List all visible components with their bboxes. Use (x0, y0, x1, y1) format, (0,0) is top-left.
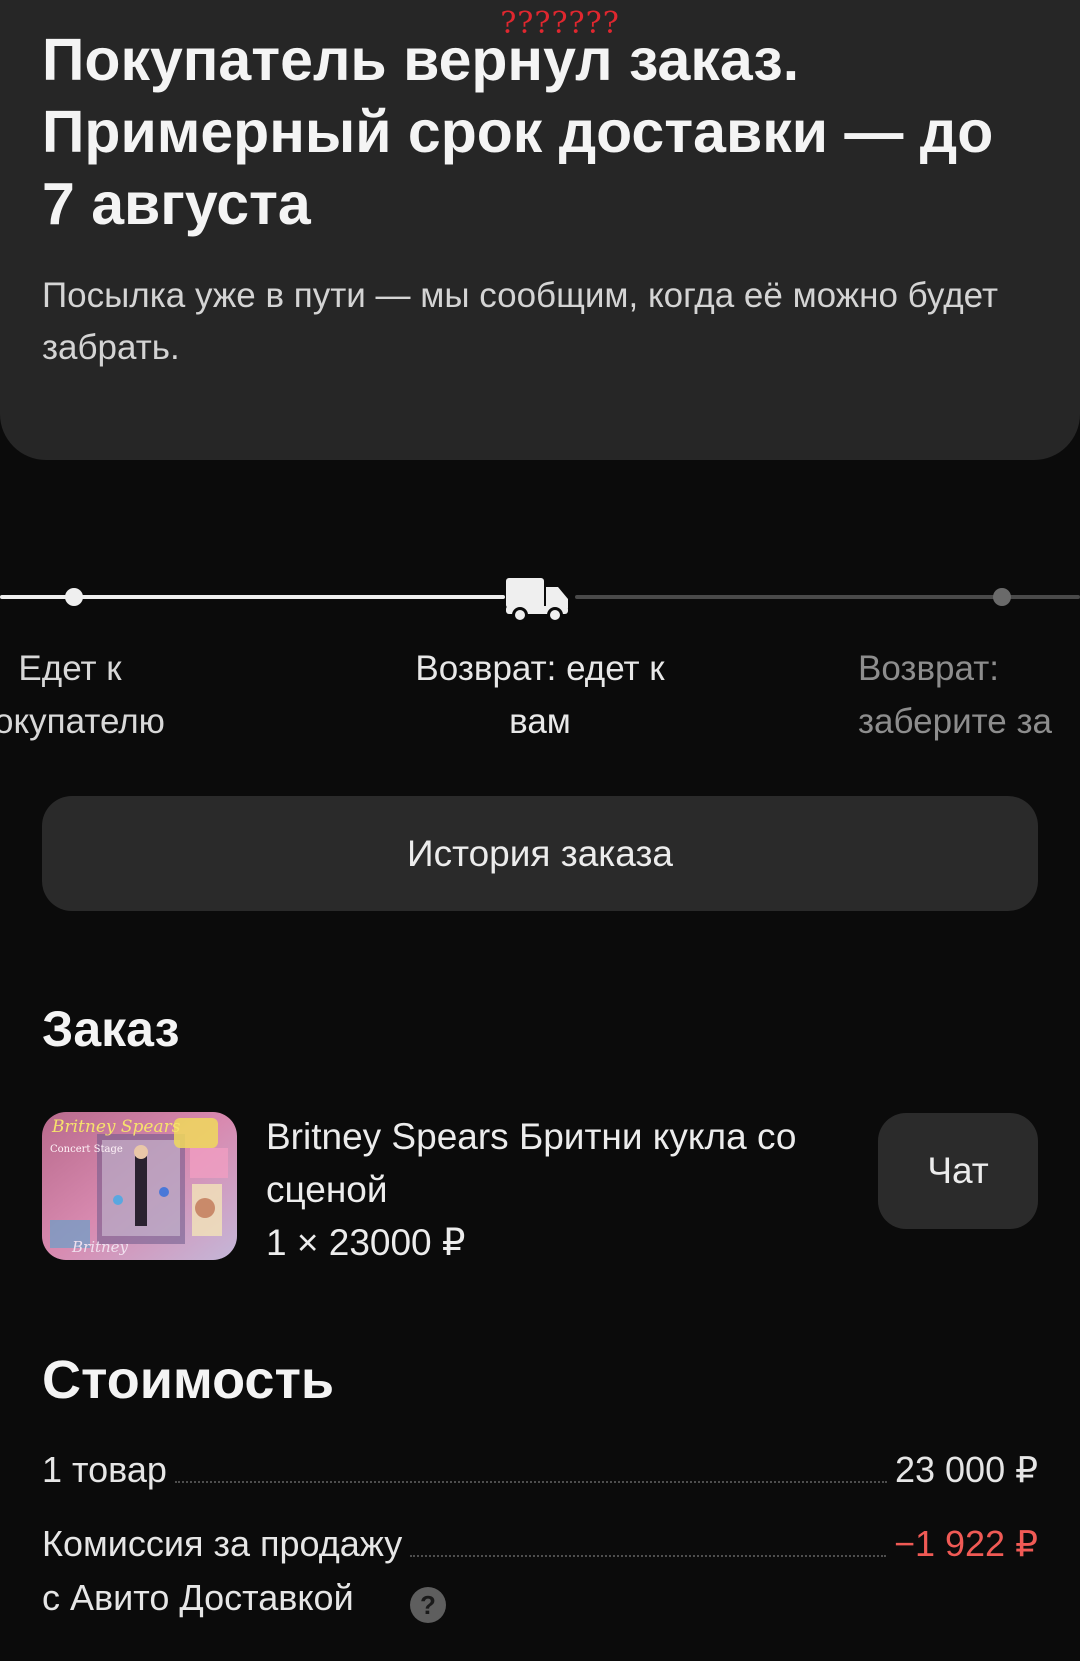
truck-icon (505, 570, 571, 626)
status-headline: Покупатель вернул заказ. Примерный срок … (42, 27, 994, 237)
order-progress-tracker (0, 560, 1080, 630)
cost-row-items: 1 товар 23 000 ₽ (42, 1443, 1038, 1497)
progress-step-label-2: Возврат: едет к вам (415, 649, 665, 741)
question-icon[interactable]: ? (410, 1587, 446, 1623)
product-info[interactable]: Britney Spears Бритни кукла со сценой 1 … (266, 1110, 866, 1269)
progress-dot-step-1 (65, 588, 83, 606)
cost-row-value: −1 922 ₽ (893, 1523, 1038, 1564)
cost-section-title: Стоимость (42, 1350, 335, 1410)
cost-row-value: 23 000 ₽ (894, 1449, 1038, 1490)
order-section-title: Заказ (42, 1001, 180, 1057)
progress-dot-step-3 (993, 588, 1011, 606)
status-card: ??????? Покупатель вернул заказ. Примерн… (0, 0, 1080, 460)
cost-row-commission: Комиссия за продажу с Авито Доставкой ? … (42, 1517, 1038, 1625)
chat-button[interactable]: Чат (878, 1113, 1038, 1229)
progress-step-label-1: Едет к покупателю (0, 649, 165, 741)
product-image-text-bottom: Britney (71, 1238, 129, 1256)
cost-row-label-wrap: Комиссия за продажу с Авито Доставкой ? (42, 1517, 446, 1625)
product-name[interactable]: Britney Spears Бритни кукла со сценой (266, 1110, 866, 1216)
progress-step-label-3: Возврат: заберите за (858, 649, 1052, 741)
cost-row-label: Комиссия за продажу с Авито Доставкой (42, 1523, 403, 1618)
product-quantity-price: 1 × 23000 ₽ (266, 1222, 466, 1263)
dotted-leader (410, 1517, 886, 1557)
status-subtitle: Посылка уже в пути — мы сообщим, когда е… (42, 276, 999, 367)
order-history-button[interactable]: История заказа (42, 796, 1038, 911)
product-image-text-stage: Concert Stage (50, 1144, 123, 1155)
product-image[interactable]: Britney Spears Concert Stage Britney (42, 1112, 237, 1260)
product-image-text-top: Britney Spears (51, 1117, 181, 1137)
cost-row-label: 1 товар (42, 1449, 167, 1490)
dotted-leader (174, 1443, 887, 1483)
